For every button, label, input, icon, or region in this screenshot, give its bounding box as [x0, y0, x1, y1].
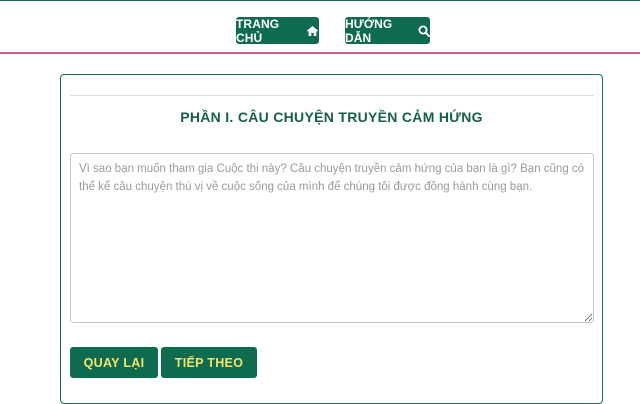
next-button[interactable]: TIẾP THEO — [161, 347, 257, 378]
story-form-card: PHẦN I. CÂU CHUYỆN TRUYỀN CẢM HỨNG QUAY … — [60, 74, 603, 404]
guide-button-label: HƯỚNG DẪN — [345, 16, 393, 45]
home-icon — [306, 25, 319, 37]
home-button-label: TRANG CHỦ — [236, 16, 280, 45]
story-textarea[interactable] — [70, 153, 594, 323]
card-divider — [70, 95, 594, 96]
back-button[interactable]: QUAY LẠI — [70, 347, 158, 378]
guide-button[interactable]: HƯỚNG DẪN — [345, 16, 430, 45]
home-button[interactable]: TRANG CHỦ — [236, 16, 319, 45]
search-icon — [418, 25, 430, 37]
top-navigation-bar: TRANG CHỦ HƯỚNG DẪN — [0, 0, 640, 54]
section-title: PHẦN I. CÂU CHUYỆN TRUYỀN CẢM HỨNG — [180, 109, 483, 125]
